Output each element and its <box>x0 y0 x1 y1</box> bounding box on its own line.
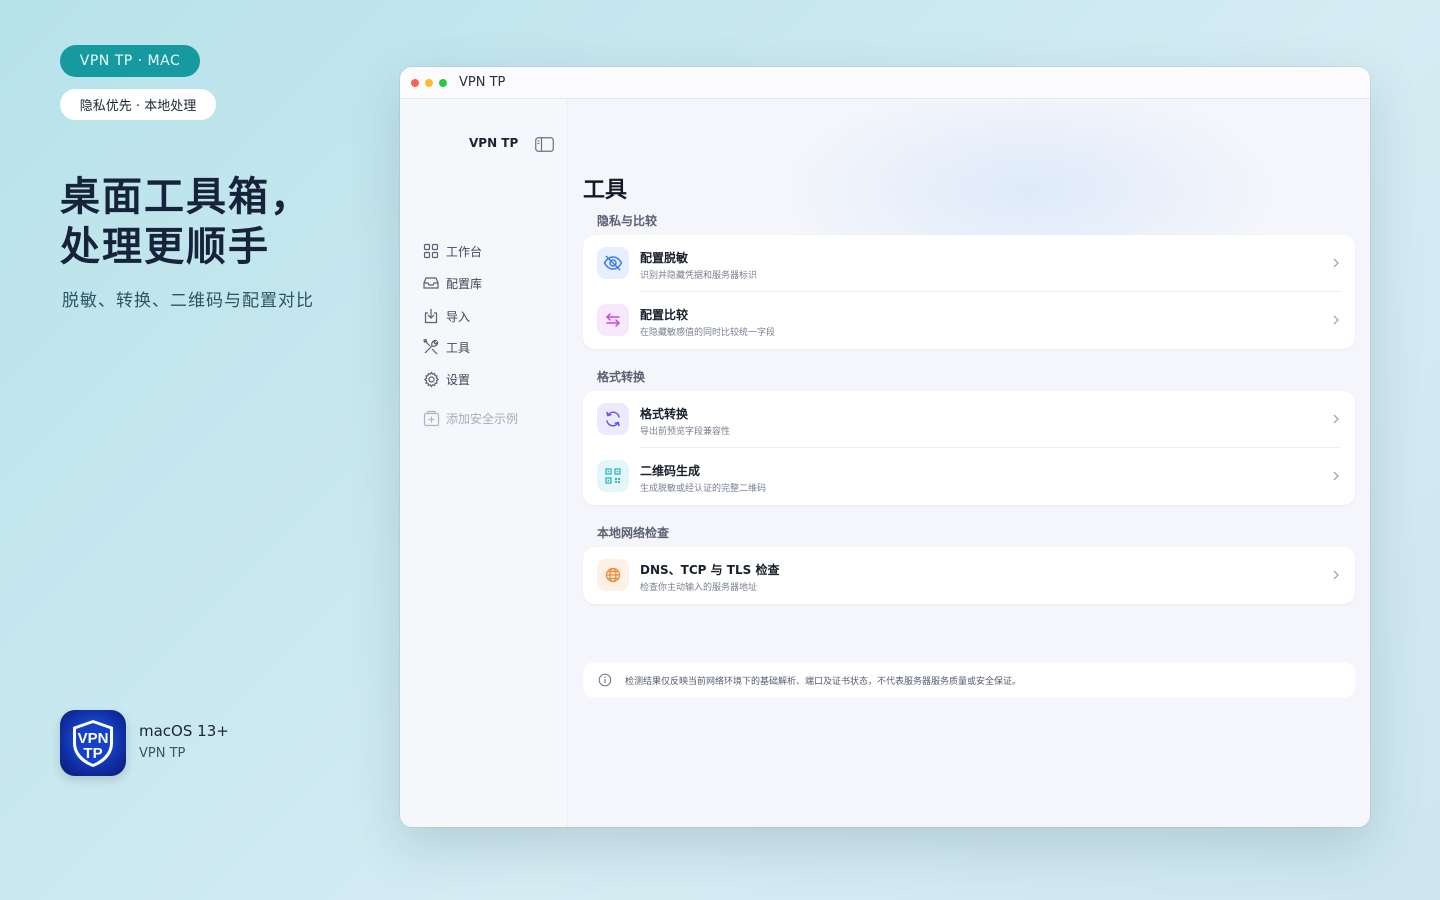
platform-pill: VPN TP · MAC <box>60 45 200 77</box>
gear-icon <box>422 370 440 388</box>
sidebar-item-label: 工具 <box>446 340 471 355</box>
sidebar-item-label: 工作台 <box>446 244 483 259</box>
card-privacy: 配置脱敏 识别并隐藏凭据和服务器标识 配置比较 在隐藏敏感值的同时比较统一字段 <box>583 235 1355 349</box>
promo-headline: 桌面工具箱， 处理更顺手 <box>60 172 360 272</box>
app-icon: VPN TP <box>60 710 126 776</box>
chevron-right-icon <box>1333 315 1339 325</box>
grid-icon <box>422 242 440 260</box>
main-content: 工具 隐私与比较 配置脱敏 识别并隐藏凭据和服务器标识 配置比较 在隐藏敏感值的… <box>569 100 1370 827</box>
add-box-icon <box>422 409 440 427</box>
headline-line-2: 处理更顺手 <box>60 224 270 270</box>
sidebar: VPN TP 工作台 配置库 导入 工具 设置 添加安全示例 <box>400 100 568 827</box>
globe-icon <box>597 559 629 591</box>
sidebar-item-config-library[interactable]: 配置库 <box>422 273 482 293</box>
swap-icon <box>597 304 629 336</box>
row-title: 二维码生成 <box>640 464 701 478</box>
sidebar-item-label: 设置 <box>446 372 471 387</box>
row-description: 导出前预览字段兼容性 <box>640 427 731 437</box>
row-config-mask[interactable]: 配置脱敏 识别并隐藏凭据和服务器标识 <box>583 235 1355 292</box>
row-description: 在隐藏敏感值的同时比较统一字段 <box>640 328 776 338</box>
shield-icon: VPN TP <box>73 720 113 767</box>
page-title: 工具 <box>583 178 628 203</box>
promo-subtitle: 脱敏、转换、二维码与配置对比 <box>62 291 314 311</box>
tools-icon <box>422 338 440 356</box>
chevron-right-icon <box>1333 570 1339 580</box>
minimize-button[interactable] <box>425 78 433 87</box>
row-config-compare[interactable]: 配置比较 在隐藏敏感值的同时比较统一字段 <box>583 292 1355 349</box>
app-window: VPN TP VPN TP 工作台 配置库 导入 工具 设置 添加安全示例 工具… <box>400 67 1370 827</box>
card-format: 格式转换 导出前预览字段兼容性 二维码生成 生成脱敏或经认证的完整二维码 <box>583 391 1355 505</box>
row-title: 配置比较 <box>640 308 689 322</box>
app-icon-text-bottom: TP <box>83 745 102 762</box>
refresh-icon <box>597 403 629 435</box>
sidebar-item-tools[interactable]: 工具 <box>422 337 470 357</box>
notice-text: 检测结果仅反映当前网络环境下的基础解析、端口及证书状态，不代表服务器服务质量或安… <box>625 676 1022 687</box>
app-name-label: VPN TP <box>139 746 186 761</box>
privacy-chip: 隐私优先 · 本地处理 <box>60 89 216 120</box>
sidebar-item-workbench[interactable]: 工作台 <box>422 241 482 261</box>
row-title: 配置脱敏 <box>640 251 689 265</box>
title-bar: VPN TP <box>400 67 1370 99</box>
sidebar-item-label: 配置库 <box>446 276 483 291</box>
card-network: DNS、TCP 与 TLS 检查 检查你主动输入的服务器地址 <box>583 547 1355 604</box>
row-format-convert[interactable]: 格式转换 导出前预览字段兼容性 <box>583 391 1355 448</box>
close-button[interactable] <box>411 78 419 87</box>
window-title: VPN TP <box>459 75 506 90</box>
row-description: 生成脱敏或经认证的完整二维码 <box>640 484 767 494</box>
sidebar-item-label: 导入 <box>446 309 471 324</box>
row-title: DNS、TCP 与 TLS 检查 <box>640 563 780 577</box>
sidebar-item-settings[interactable]: 设置 <box>422 369 470 389</box>
sidebar-title: VPN TP <box>469 136 519 150</box>
chevron-right-icon <box>1333 258 1339 268</box>
chevron-right-icon <box>1333 471 1339 481</box>
info-icon <box>598 673 612 687</box>
headline-line-1: 桌面工具箱， <box>60 174 312 220</box>
import-icon <box>422 307 440 325</box>
traffic-lights <box>411 78 447 87</box>
sidebar-item-label: 添加安全示例 <box>446 411 519 426</box>
os-requirement: macOS 13+ <box>139 722 229 740</box>
chevron-right-icon <box>1333 414 1339 424</box>
zoom-button[interactable] <box>439 78 447 87</box>
section-label-privacy: 隐私与比较 <box>597 214 658 228</box>
notice-banner: 检测结果仅反映当前网络环境下的基础解析、端口及证书状态，不代表服务器服务质量或安… <box>583 662 1355 698</box>
section-label-format: 格式转换 <box>597 370 646 384</box>
sidebar-item-add-sample: 添加安全示例 <box>422 408 518 428</box>
section-label-network: 本地网络检查 <box>597 526 670 540</box>
tray-icon <box>422 274 440 292</box>
row-title: 格式转换 <box>640 407 689 421</box>
row-description: 检查你主动输入的服务器地址 <box>640 583 758 593</box>
sidebar-toggle-icon[interactable] <box>535 137 554 152</box>
sidebar-item-import[interactable]: 导入 <box>422 306 470 326</box>
row-description: 识别并隐藏凭据和服务器标识 <box>640 271 758 281</box>
qr-icon <box>597 460 629 492</box>
row-network-check[interactable]: DNS、TCP 与 TLS 检查 检查你主动输入的服务器地址 <box>583 547 1355 604</box>
row-qr-generate[interactable]: 二维码生成 生成脱敏或经认证的完整二维码 <box>583 448 1355 505</box>
eye-slash-icon <box>597 247 629 279</box>
